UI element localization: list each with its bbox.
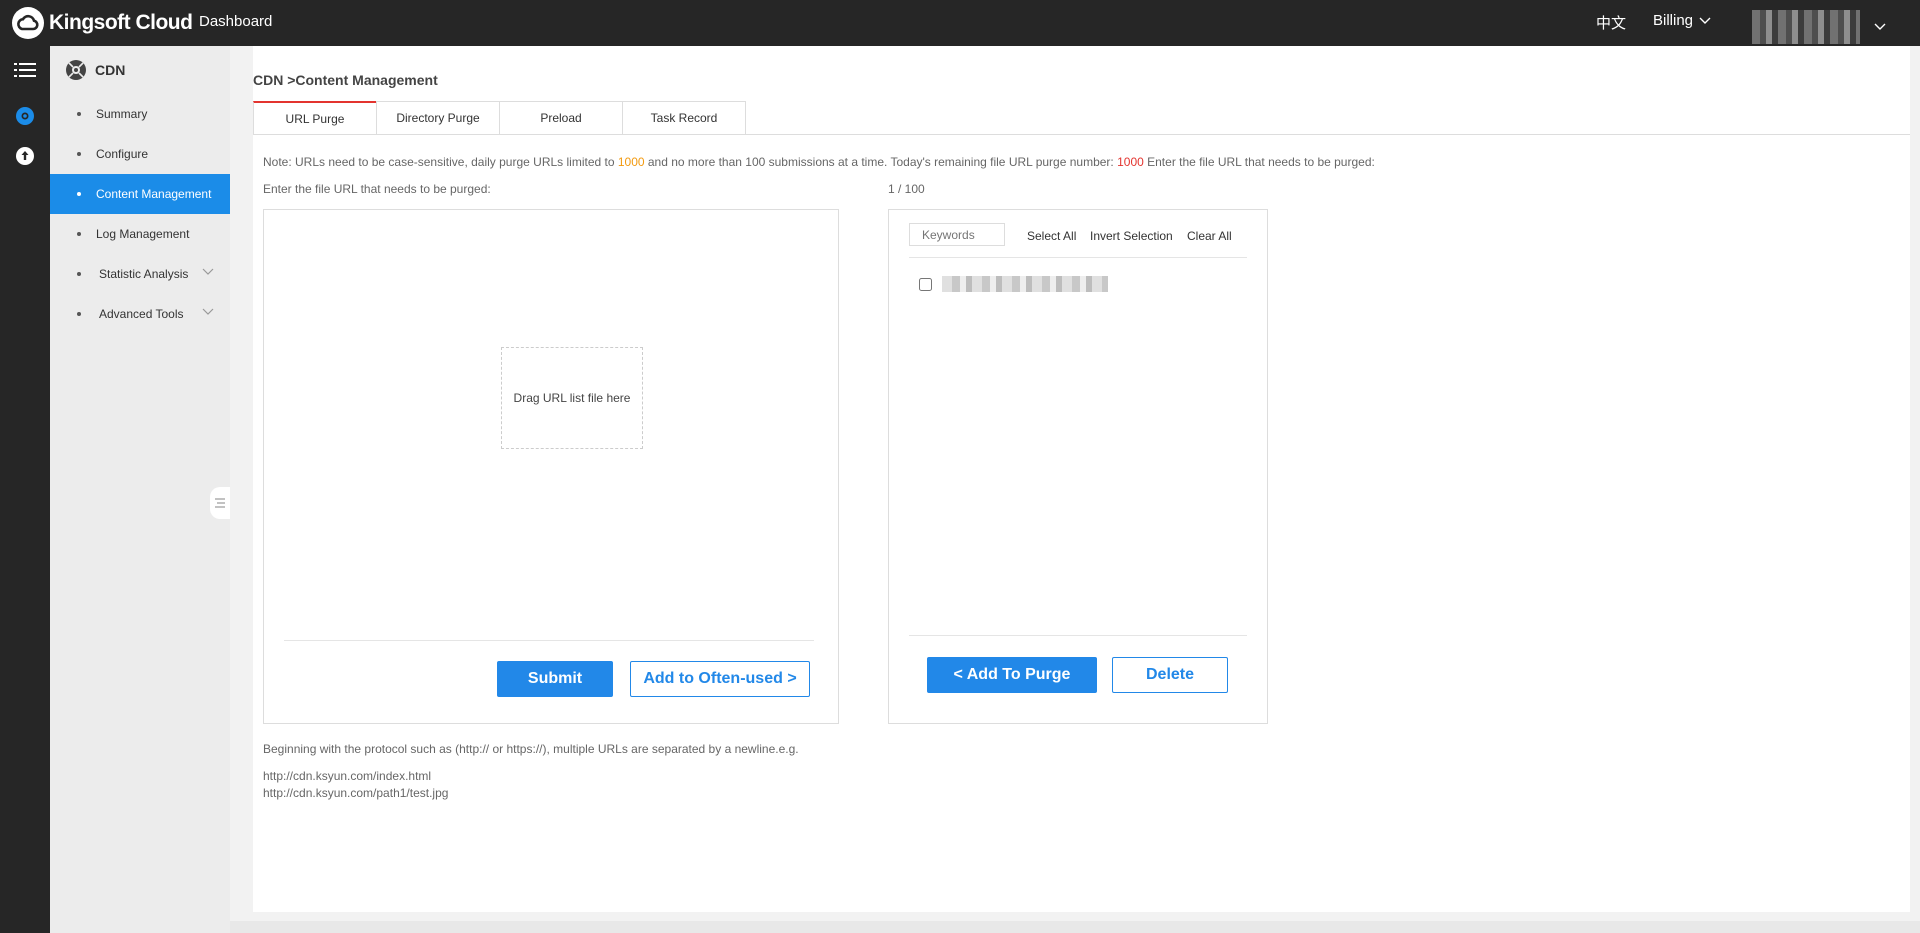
sidebar: CDN Summary Configure Content Management… [50,46,230,933]
brand-logo[interactable]: Kingsoft Cloud [12,6,193,40]
panel-divider [284,640,814,641]
bullet-icon [77,112,81,116]
sidebar-item-label: Log Management [96,227,190,241]
icon-rail [0,46,50,933]
top-bar: Kingsoft Cloud Dashboard 中文 Billing [0,0,1920,46]
sidebar-title: CDN [95,62,126,78]
sidebar-item-label: Statistic Analysis [99,267,189,281]
avatar [1752,10,1860,44]
select-all-button[interactable]: Select All [1027,229,1076,243]
daily-limit-value: 1000 [617,155,645,169]
remaining-count-value: 1000 [1117,155,1144,169]
cdn-service-icon [66,60,86,80]
language-switch[interactable]: 中文 [1596,12,1626,33]
url-text-redacted [942,276,1108,292]
clear-all-button[interactable]: Clear All [1187,229,1232,243]
sidebar-item-label: Summary [96,107,148,121]
chevron-down-icon [202,268,214,275]
cloud-logo-icon [12,7,44,39]
billing-label: Billing [1653,12,1694,29]
list-divider [909,257,1247,258]
note-text: Enter the file URL that needs to be purg… [1143,155,1375,169]
sidebar-item-summary[interactable]: Summary [50,94,230,134]
sidebar-item-content-management[interactable]: Content Management [50,174,230,214]
brand-name: Kingsoft Cloud [49,11,193,34]
bullet-icon [77,312,81,316]
menu-toggle-button[interactable] [0,50,50,90]
breadcrumb: CDN >Content Management [253,72,438,88]
rail-upload-button[interactable] [0,136,50,176]
hint-description: Beginning with the protocol such as (htt… [263,742,799,756]
invert-selection-button[interactable]: Invert Selection [1090,229,1173,243]
sidebar-item-label: Advanced Tools [99,307,184,321]
keywords-input[interactable] [909,223,1005,246]
url-input-area[interactable]: Drag URL list file here Submit Add to Of… [263,209,839,724]
note-text: Note: URLs need to be case-sensitive, da… [263,155,618,169]
bullet-icon [77,152,81,156]
sidebar-collapse-handle[interactable] [210,487,230,519]
url-checkbox[interactable] [919,277,932,291]
cdn-icon [16,107,34,125]
tab-directory-purge[interactable]: Directory Purge [376,101,500,134]
sidebar-item-label: Configure [96,147,149,161]
sidebar-header: CDN [50,46,230,94]
sidebar-item-advanced-tools[interactable]: Advanced Tools [50,294,230,334]
purge-note: Note: URLs need to be case-sensitive, da… [263,155,1375,169]
sidebar-item-log-management[interactable]: Log Management [50,214,230,254]
hint-example: http://cdn.ksyun.com/index.html [263,769,432,783]
sidebar-item-configure[interactable]: Configure [50,134,230,174]
note-text: and no more than 100 submissions at a ti… [644,155,1118,169]
rail-cdn-button[interactable] [0,96,50,136]
billing-menu[interactable]: Billing [1653,12,1711,29]
nav-dashboard-link[interactable]: Dashboard [199,13,272,30]
chevron-down-icon [1874,23,1886,30]
bullet-icon [77,272,81,276]
submit-button[interactable]: Submit [497,661,613,697]
user-menu[interactable] [1752,10,1886,44]
hint-example: http://cdn.ksyun.com/path1/test.jpg [263,786,449,800]
often-used-panel: Select All Invert Selection Clear All < … [888,209,1268,724]
list-item[interactable] [919,276,1108,292]
list-divider [909,635,1247,636]
sidebar-item-statistic-analysis[interactable]: Statistic Analysis [50,254,230,294]
bullet-icon [77,232,81,236]
bullet-icon [77,192,81,196]
add-to-often-used-button[interactable]: Add to Often-used > [630,661,810,697]
list-menu-icon [14,63,36,77]
collapse-icon [215,498,225,508]
tab-task-record[interactable]: Task Record [622,101,746,134]
file-dropzone[interactable]: Drag URL list file here [501,347,643,449]
add-to-purge-button[interactable]: < Add To Purge [927,657,1097,693]
url-counter: 1 / 100 [888,182,925,196]
tab-preload[interactable]: Preload [499,101,623,134]
tab-bar: URL Purge Directory Purge Preload Task R… [253,101,746,134]
chevron-down-icon [1699,17,1711,24]
tab-divider [253,134,1910,135]
horizontal-scrollbar[interactable] [230,921,1920,933]
url-input-label: Enter the file URL that needs to be purg… [263,182,491,196]
delete-button[interactable]: Delete [1112,657,1228,693]
main-content: CDN >Content Management URL Purge Direct… [253,46,1910,912]
chevron-down-icon [202,308,214,315]
sidebar-item-label: Content Management [96,187,212,201]
tab-url-purge[interactable]: URL Purge [253,101,377,134]
cloud-upload-icon [16,147,34,165]
